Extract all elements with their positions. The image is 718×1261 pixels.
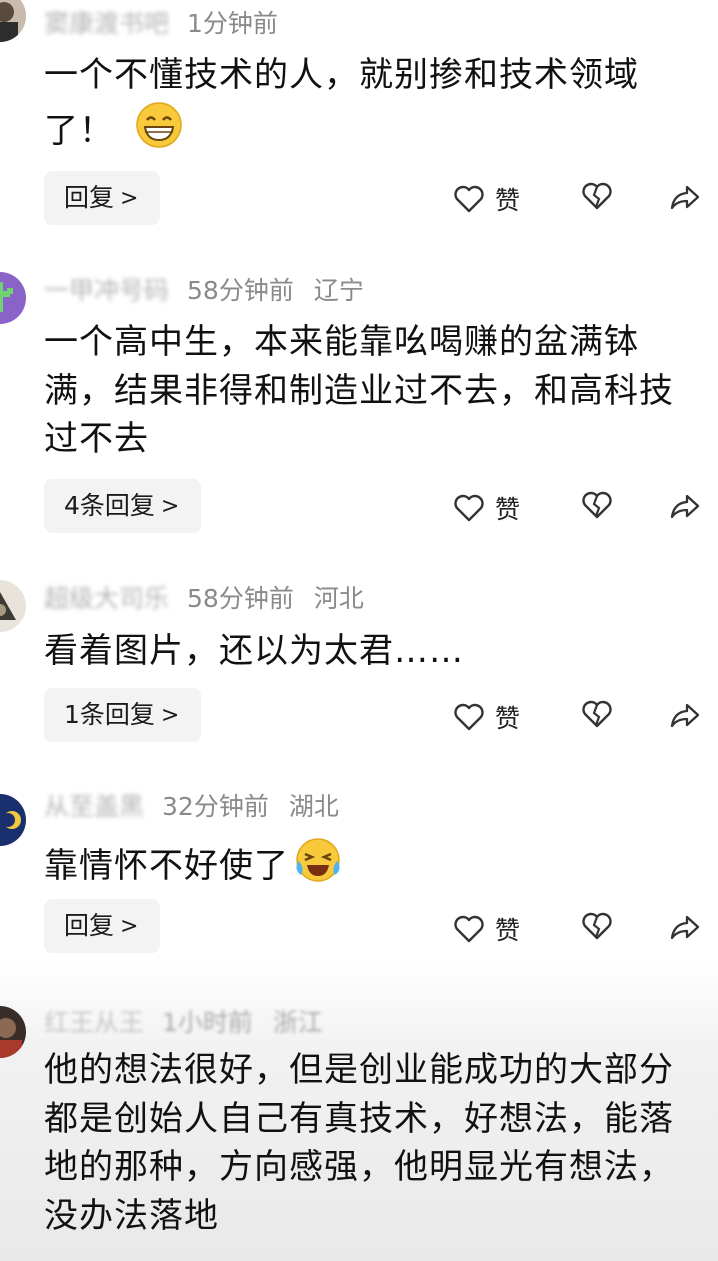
avatar-image (0, 272, 26, 324)
chevron-right-icon: > (120, 186, 139, 211)
comment-text: 他的想法很好，但是创业能成功的大部分都是创始人自己有真技术，好想法，能落地的那种… (44, 1050, 674, 1236)
share-button[interactable] (669, 491, 701, 521)
reply-button[interactable]: 4条回复 > (44, 479, 202, 533)
comment-meta: 一甲冲号码 58分钟前 辽宁 (44, 274, 364, 308)
comment-meta: 窦康渡书吧 1分钟前 (44, 7, 298, 41)
comment-time: 1小时前 (162, 1008, 253, 1037)
username[interactable]: 超级大司乐 (44, 584, 169, 613)
heart-outline-icon (454, 494, 484, 522)
dislike-button[interactable] (581, 911, 613, 941)
username[interactable]: 从至盖黑 (44, 792, 144, 821)
comment-location: 浙江 (272, 1008, 323, 1037)
avatar-image (0, 794, 26, 846)
user-avatar[interactable] (0, 272, 26, 324)
comment-location: 辽宁 (313, 276, 364, 305)
comment-location: 湖北 (288, 792, 339, 821)
reply-button[interactable]: 回复 > (44, 899, 161, 953)
chevron-right-icon: > (160, 494, 180, 519)
laughing-crying-emoji (296, 838, 340, 882)
comment-time: 58分钟前 (187, 584, 294, 613)
broken-heart-icon (582, 182, 612, 210)
user-avatar[interactable] (0, 0, 26, 42)
reply-button[interactable]: 回复 > (44, 171, 161, 225)
heart-outline-icon (454, 185, 484, 213)
share-arrow-icon (670, 494, 700, 519)
reply-button[interactable]: 1条回复 > (44, 688, 202, 742)
username[interactable]: 窦康渡书吧 (44, 9, 169, 38)
share-arrow-icon (670, 703, 700, 728)
dislike-button[interactable] (581, 699, 613, 729)
comment-text: 靠情怀不好使了 (44, 835, 694, 891)
like-button[interactable]: 赞 (453, 699, 520, 735)
broken-heart-icon (582, 700, 612, 728)
dislike-button[interactable] (581, 490, 613, 520)
comment-meta: 从至盖黑 32分钟前 湖北 (44, 790, 339, 824)
broken-heart-icon (582, 912, 612, 940)
grinning-face-emoji (136, 101, 182, 148)
comment-location: 河北 (313, 584, 364, 613)
like-label: 赞 (495, 495, 521, 524)
share-arrow-icon (670, 915, 700, 940)
comment-text-content: 靠情怀不好使了 (44, 846, 289, 886)
dislike-button[interactable] (581, 181, 613, 211)
broken-heart-icon (582, 491, 612, 519)
user-avatar[interactable] (0, 580, 26, 632)
comment-meta: 超级大司乐 58分钟前 河北 (44, 582, 364, 616)
reply-label: 1条回复 (64, 700, 155, 729)
reply-label: 回复 (64, 911, 115, 940)
comment-time: 1分钟前 (187, 9, 278, 38)
share-button[interactable] (669, 182, 701, 212)
share-arrow-icon (670, 185, 700, 210)
username[interactable]: 红王从王 (44, 1008, 144, 1037)
comment-meta: 红王从王 1小时前 浙江 (44, 1006, 323, 1040)
like-label: 赞 (495, 704, 521, 733)
like-button[interactable]: 赞 (453, 490, 520, 526)
avatar-image (0, 580, 26, 632)
comment-text: 一个高中生，本来能靠吆喝赚的盆满钵满，结果非得和制造业过不去，和高科技过不去 (44, 322, 674, 459)
reply-label: 回复 (64, 183, 115, 212)
like-button[interactable]: 赞 (453, 181, 520, 217)
comment-text: 看着图片，还以为太君…… (44, 631, 464, 671)
heart-outline-icon (454, 703, 484, 731)
avatar-image (0, 0, 26, 42)
username[interactable]: 一甲冲号码 (44, 276, 169, 305)
comment-time: 58分钟前 (187, 276, 294, 305)
reply-label: 4条回复 (64, 491, 155, 520)
comment-text: 一个不懂技术的人，就别掺和技术领域了！ (44, 51, 694, 155)
chevron-right-icon: > (160, 703, 180, 728)
chevron-right-icon: > (120, 914, 139, 939)
heart-outline-icon (454, 915, 484, 943)
user-avatar[interactable] (0, 794, 26, 846)
share-button[interactable] (669, 912, 701, 942)
comment-time: 32分钟前 (162, 792, 269, 821)
like-button[interactable]: 赞 (453, 911, 520, 947)
like-label: 赞 (495, 916, 521, 945)
share-button[interactable] (669, 700, 701, 730)
like-label: 赞 (495, 186, 521, 215)
